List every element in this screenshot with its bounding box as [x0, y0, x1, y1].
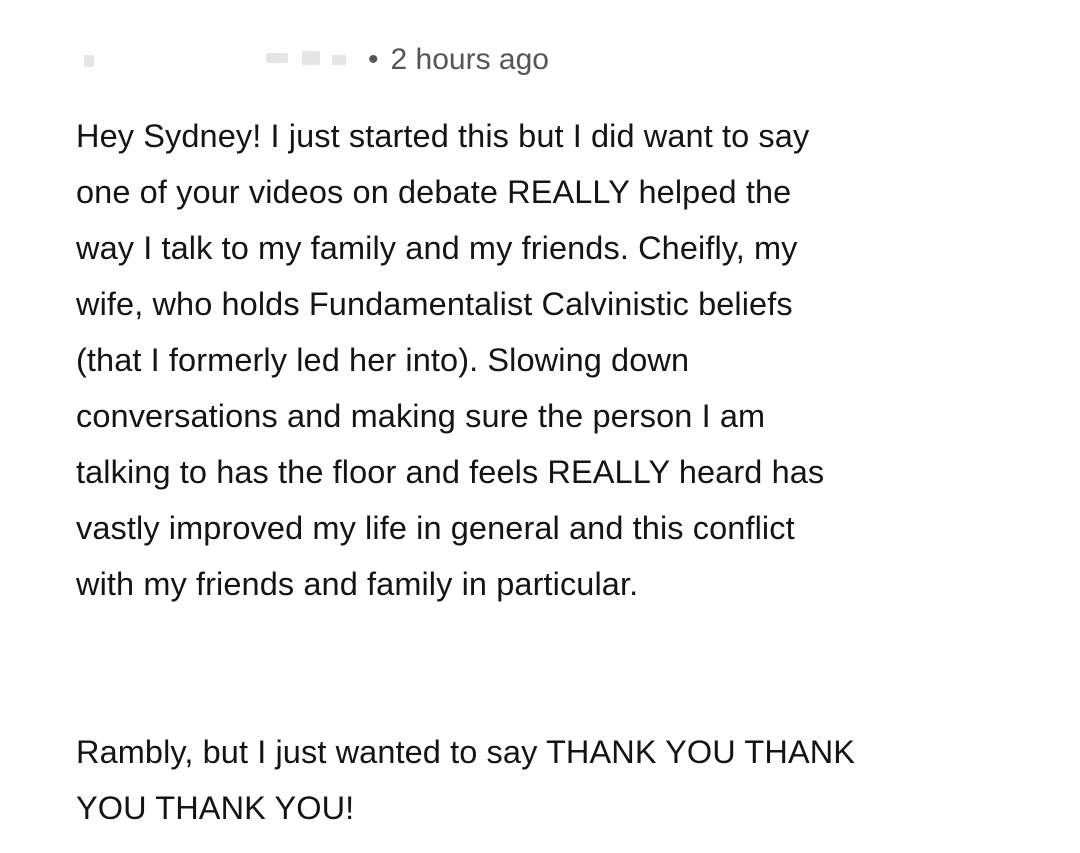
- comment-line: (that I formerly led her into). Slowing …: [76, 342, 690, 378]
- comment-line: with my friends and family in particular…: [76, 566, 639, 602]
- comment-line: talking to has the floor and feels REALL…: [76, 454, 825, 490]
- meta-separator: •: [368, 43, 379, 76]
- comment-timestamp[interactable]: 2 hours ago: [391, 43, 549, 77]
- comment: • 2 hours ago Hey Sydney! I just started…: [76, 38, 1056, 836]
- comment-line: way I talk to my family and my friends. …: [76, 230, 798, 266]
- comment-line: conversations and making sure the person…: [76, 398, 766, 434]
- comment-line: wife, who holds Fundamentalist Calvinist…: [76, 286, 793, 322]
- comment-line: YOU THANK YOU!: [76, 790, 355, 826]
- comment-paragraph-2: Rambly, but I just wanted to say THANK Y…: [76, 724, 1056, 836]
- comment-meta: • 2 hours ago: [76, 38, 1056, 82]
- comment-line: vastly improved my life in general and t…: [76, 510, 795, 546]
- comment-line: Hey Sydney! I just started this but I di…: [76, 118, 810, 154]
- redacted-username[interactable]: [76, 45, 354, 75]
- comment-line: one of your videos on debate REALLY help…: [76, 174, 792, 210]
- comment-body: Hey Sydney! I just started this but I di…: [76, 108, 1056, 836]
- comment-line: Rambly, but I just wanted to say THANK Y…: [76, 734, 856, 770]
- comment-paragraph-1: Hey Sydney! I just started this but I di…: [76, 108, 1056, 612]
